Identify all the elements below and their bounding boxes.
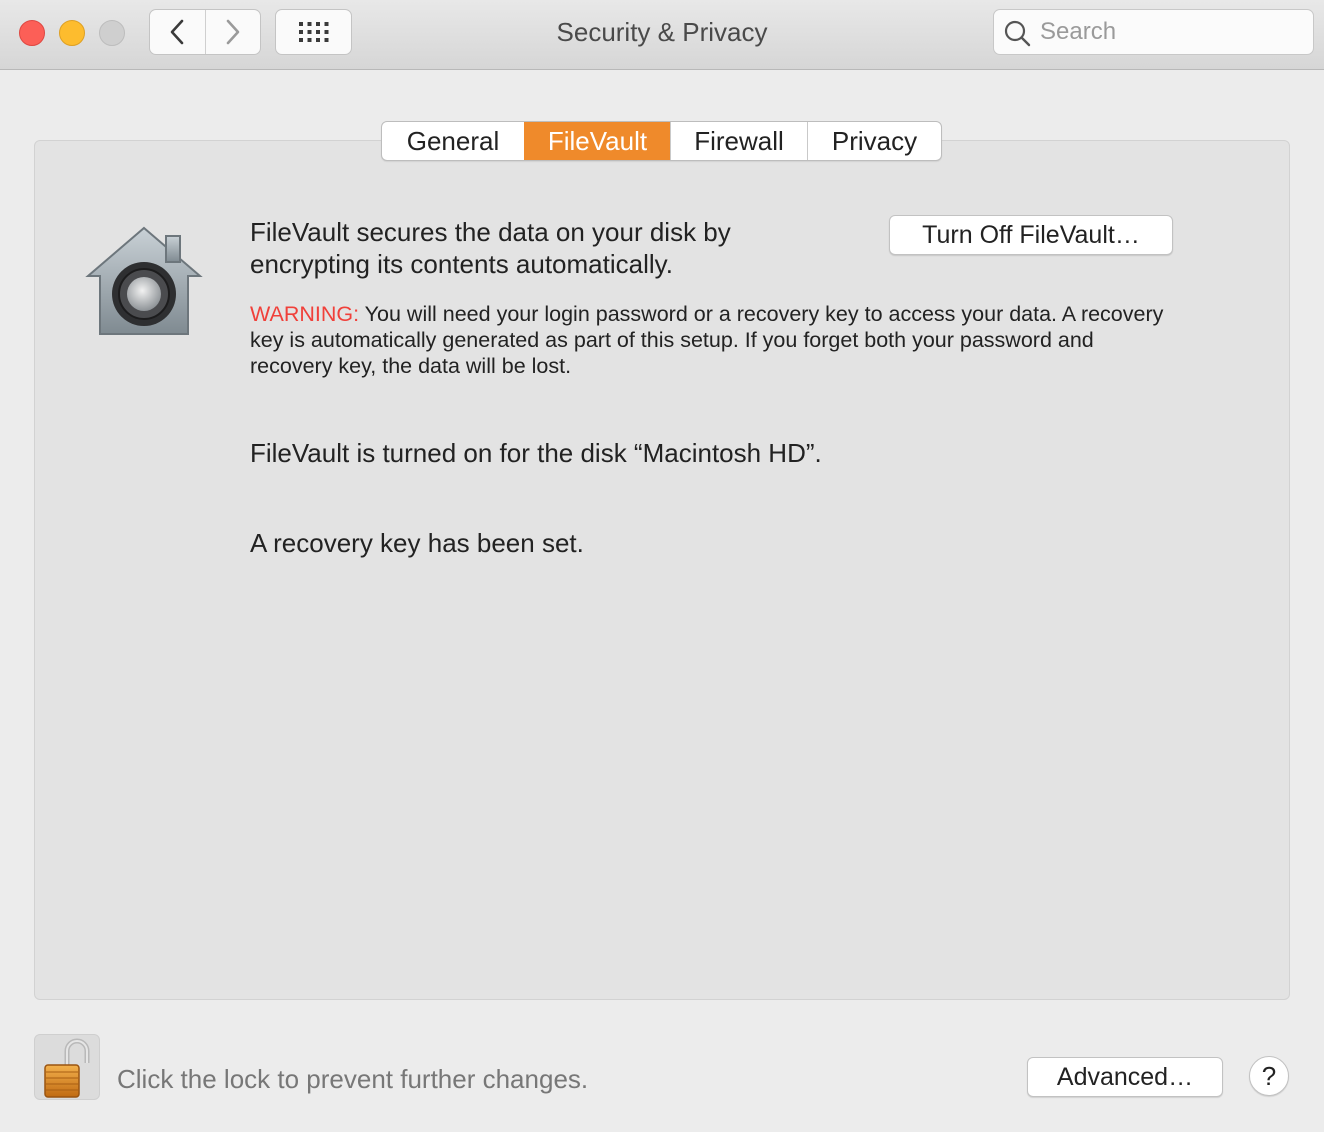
title-bar: Security & Privacy — [0, 0, 1324, 70]
search-icon — [1004, 20, 1031, 47]
disk-status-text: FileVault is turned on for the disk “Mac… — [250, 438, 822, 468]
recovery-key-status-text: A recovery key has been set. — [250, 528, 584, 558]
warning-label: WARNING: — [250, 302, 360, 326]
lock-hint-text: Click the lock to prevent further change… — [117, 1064, 589, 1094]
warning-message: WARNING: You will need your login passwo… — [250, 301, 1170, 379]
tab-firewall[interactable]: Firewall — [670, 122, 807, 160]
chevron-right-icon — [226, 19, 240, 45]
chevron-left-icon — [170, 19, 184, 45]
lock-button[interactable] — [34, 1034, 100, 1100]
zoom-window-button[interactable] — [99, 20, 125, 46]
search-input[interactable] — [1040, 16, 1300, 48]
advanced-button[interactable]: Advanced… — [1027, 1057, 1223, 1097]
back-forward-group — [149, 9, 261, 55]
tab-general[interactable]: General — [382, 122, 524, 160]
tab-bar: General FileVault Firewall Privacy — [381, 121, 942, 161]
close-window-button[interactable] — [19, 20, 45, 46]
grid-icon — [298, 22, 328, 42]
tab-privacy[interactable]: Privacy — [807, 122, 941, 160]
warning-text: You will need your login password or a r… — [250, 302, 1164, 378]
filevault-description: FileVault secures the data on your disk … — [250, 217, 731, 279]
back-button[interactable] — [150, 10, 205, 54]
minimize-window-button[interactable] — [59, 20, 85, 46]
preferences-window: Security & Privacy General FileVault Fir… — [0, 0, 1324, 1132]
show-all-button[interactable] — [275, 9, 352, 55]
search-field[interactable] — [993, 9, 1314, 55]
filevault-icon — [85, 226, 203, 335]
window-title: Security & Privacy — [556, 17, 768, 47]
unlocked-padlock-icon — [44, 1038, 90, 1098]
turn-off-filevault-button[interactable]: Turn Off FileVault… — [889, 215, 1173, 255]
help-button[interactable]: ? — [1249, 1056, 1289, 1096]
tab-filevault[interactable]: FileVault — [524, 122, 670, 160]
forward-button[interactable] — [204, 10, 261, 54]
